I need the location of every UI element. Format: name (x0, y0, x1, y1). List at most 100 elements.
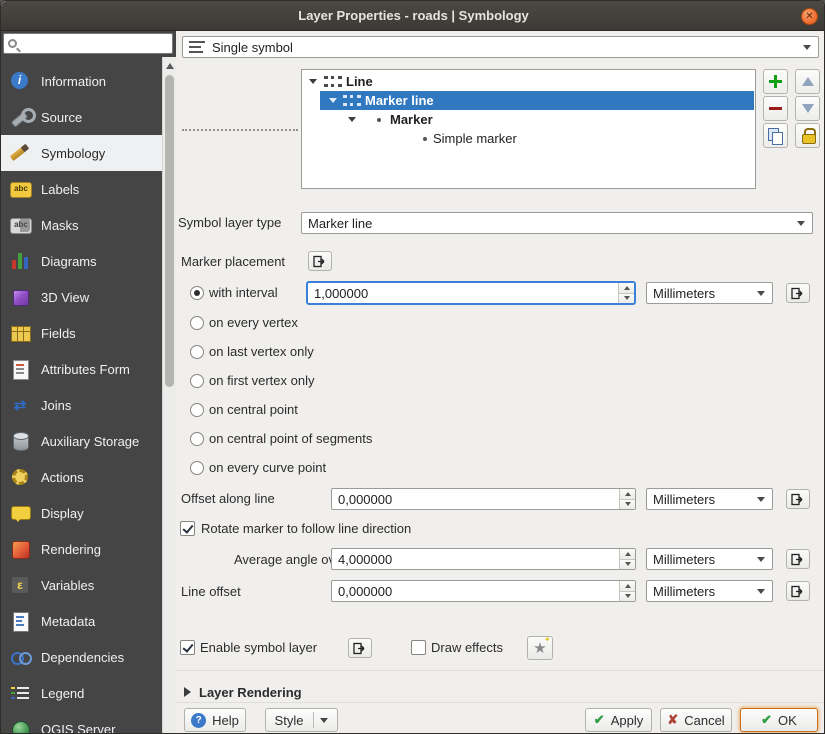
sidebar-item-display[interactable]: Display (1, 495, 162, 531)
radio-on-central-point-label[interactable]: on central point (209, 402, 298, 417)
chevron-down-icon (803, 45, 811, 50)
radio-on-central-point-of-segments-label[interactable]: on central point of segments (209, 431, 372, 446)
sidebar-item-joins[interactable]: Joins (1, 387, 162, 423)
triangle-down-icon (624, 296, 630, 300)
sidebar-item-diagrams[interactable]: Diagrams (1, 243, 162, 279)
interval-spinbox[interactable]: 1,000000 (306, 281, 636, 305)
scrollbar-thumb[interactable] (165, 75, 174, 387)
draw-effects-checkbox[interactable] (411, 640, 426, 655)
interval-dd-button[interactable] (786, 283, 810, 303)
sidebar-item-symbology[interactable]: Symbology (1, 135, 162, 171)
offset-along-line-dd-button[interactable] (786, 489, 810, 509)
apply-button[interactable]: Apply (585, 708, 652, 732)
enable-symbol-layer-checkbox[interactable] (180, 640, 195, 655)
data-defined-icon (313, 255, 327, 268)
effects-options-button[interactable] (527, 636, 553, 660)
radio-on-every-vertex-label[interactable]: on every vertex (209, 315, 298, 330)
sidebar-item-actions[interactable]: Actions (1, 459, 162, 495)
sidebar-item-masks[interactable]: Masks (1, 207, 162, 243)
sidebar-search[interactable] (3, 33, 173, 54)
radio-on-every-curve-point-label[interactable]: on every curve point (209, 460, 326, 475)
sidebar-item-legend[interactable]: Legend (1, 675, 162, 711)
radio-on-last-vertex-only-label[interactable]: on last vertex only (209, 344, 314, 359)
sidebar-item-attributes-form[interactable]: Attributes Form (1, 351, 162, 387)
sidebar-item-metadata[interactable]: Metadata (1, 603, 162, 639)
spin-up-button[interactable] (620, 581, 635, 592)
symbol-type-combo[interactable]: Single symbol (182, 36, 819, 58)
sidebar-item-variables[interactable]: Variables (1, 567, 162, 603)
remove-symbol-layer-button[interactable] (763, 96, 788, 121)
spin-down-button[interactable] (619, 294, 634, 304)
close-icon[interactable] (801, 8, 818, 25)
average-angle-unit-combo[interactable]: Millimeters (646, 548, 773, 570)
sidebar-item-label: Metadata (41, 614, 95, 629)
line-offset-dd-button[interactable] (786, 581, 810, 601)
average-angle-value: 4,000000 (332, 549, 619, 569)
sidebar-item-rendering[interactable]: Rendering (1, 531, 162, 567)
spin-down-button[interactable] (620, 560, 635, 570)
line-offset-spinbox[interactable]: 0,000000 (331, 580, 636, 602)
radio-with-interval-label[interactable]: with interval (209, 285, 278, 300)
rotate-marker-label[interactable]: Rotate marker to follow line direction (201, 521, 411, 536)
tree-item-marker-line[interactable]: Marker line (320, 91, 754, 110)
radio-on-first-vertex-only[interactable] (190, 374, 204, 388)
sidebar-scrollbar[interactable] (162, 57, 176, 734)
move-down-button[interactable] (795, 96, 820, 121)
add-symbol-layer-button[interactable] (763, 69, 788, 94)
sidebar-item-qgis-server[interactable]: QGIS Server (1, 711, 162, 734)
radio-on-last-vertex-only[interactable] (190, 345, 204, 359)
radio-on-central-point[interactable] (190, 403, 204, 417)
sidebar-item-source[interactable]: Source (1, 99, 162, 135)
spin-down-button[interactable] (620, 592, 635, 602)
offset-along-line-unit-combo[interactable]: Millimeters (646, 488, 773, 510)
layer-rendering-header[interactable]: Layer Rendering (199, 685, 302, 700)
spin-down-button[interactable] (620, 500, 635, 510)
help-button[interactable]: Help (184, 708, 246, 732)
move-up-button[interactable] (795, 69, 820, 94)
radio-on-central-point-of-segments[interactable] (190, 432, 204, 446)
expander-icon[interactable] (348, 117, 356, 122)
symbol-layer-type-combo[interactable]: Marker line (301, 212, 813, 234)
marker-placement-dd-button[interactable] (308, 251, 332, 271)
arrow-up-icon (802, 77, 814, 86)
interval-unit-combo[interactable]: Millimeters (646, 282, 773, 304)
cancel-button[interactable]: Cancel (660, 708, 732, 732)
expander-icon[interactable] (309, 79, 317, 84)
lock-colors-button[interactable] (795, 123, 820, 148)
rotate-marker-checkbox[interactable] (180, 521, 195, 536)
sidebar-item-auxiliary-storage[interactable]: Auxiliary Storage (1, 423, 162, 459)
spin-up-button[interactable] (619, 283, 634, 294)
radio-on-every-vertex[interactable] (190, 316, 204, 330)
enable-symbol-layer-label[interactable]: Enable symbol layer (200, 640, 317, 655)
average-angle-dd-button[interactable] (786, 549, 810, 569)
collapse-arrow-icon[interactable] (184, 687, 191, 697)
tree-item-marker[interactable]: Marker (302, 110, 754, 129)
radio-on-first-vertex-only-label[interactable]: on first vertex only (209, 373, 315, 388)
splitter-handle[interactable] (182, 129, 298, 131)
duplicate-symbol-layer-button[interactable] (763, 123, 788, 148)
sidebar-item-fields[interactable]: Fields (1, 315, 162, 351)
enable-symbol-layer-dd-button[interactable] (348, 638, 372, 658)
style-button[interactable]: Style (265, 708, 338, 732)
sidebar-item-labels[interactable]: Labels (1, 171, 162, 207)
spin-up-button[interactable] (620, 489, 635, 500)
radio-with-interval[interactable] (190, 286, 204, 300)
sidebar-item-3d-view[interactable]: 3D View (1, 279, 162, 315)
draw-effects-label[interactable]: Draw effects (431, 640, 503, 655)
line-offset-unit-combo[interactable]: Millimeters (646, 580, 773, 602)
titlebar[interactable]: Layer Properties - roads | Symbology (1, 1, 825, 31)
search-input[interactable] (21, 37, 168, 51)
ok-button[interactable]: OK (740, 708, 818, 732)
expander-icon[interactable] (329, 98, 337, 103)
spin-up-button[interactable] (620, 549, 635, 560)
radio-on-every-curve-point[interactable] (190, 461, 204, 475)
scroll-up-icon[interactable] (166, 63, 174, 69)
tree-item-line[interactable]: Line (302, 72, 754, 91)
tree-item-simple-marker[interactable]: Simple marker (302, 129, 754, 148)
sidebar-item-information[interactable]: Information (1, 63, 162, 99)
window-title: Layer Properties - roads | Symbology (298, 8, 528, 23)
help-icon (191, 713, 206, 728)
average-angle-spinbox[interactable]: 4,000000 (331, 548, 636, 570)
offset-along-line-spinbox[interactable]: 0,000000 (331, 488, 636, 510)
sidebar-item-dependencies[interactable]: Dependencies (1, 639, 162, 675)
